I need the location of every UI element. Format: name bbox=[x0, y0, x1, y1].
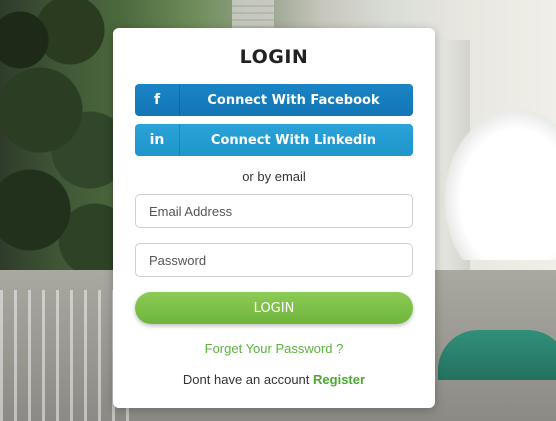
background-teal-roof bbox=[438, 330, 556, 380]
register-link[interactable]: Register bbox=[313, 372, 365, 387]
background-trees bbox=[0, 0, 120, 280]
forgot-password-link[interactable]: Forget Your Password ? bbox=[113, 341, 435, 356]
password-field[interactable] bbox=[135, 243, 413, 277]
email-field[interactable] bbox=[135, 194, 413, 228]
facebook-icon: f bbox=[135, 84, 180, 116]
login-card: LOGIN f Connect With Facebook in Connect… bbox=[113, 28, 435, 408]
login-button[interactable]: LOGIN bbox=[135, 292, 413, 324]
facebook-connect-label: Connect With Facebook bbox=[207, 92, 380, 108]
register-prompt: Dont have an account Register bbox=[113, 372, 435, 387]
linkedin-icon: in bbox=[135, 124, 180, 156]
background-dome bbox=[445, 110, 556, 260]
or-by-email-text: or by email bbox=[242, 169, 306, 184]
linkedin-connect-button[interactable]: in Connect With Linkedin bbox=[135, 124, 413, 156]
facebook-connect-button[interactable]: f Connect With Facebook bbox=[135, 84, 413, 116]
login-title: LOGIN bbox=[239, 46, 309, 68]
register-prompt-text: Dont have an account bbox=[182, 372, 310, 387]
linkedin-connect-label: Connect With Linkedin bbox=[210, 132, 377, 148]
